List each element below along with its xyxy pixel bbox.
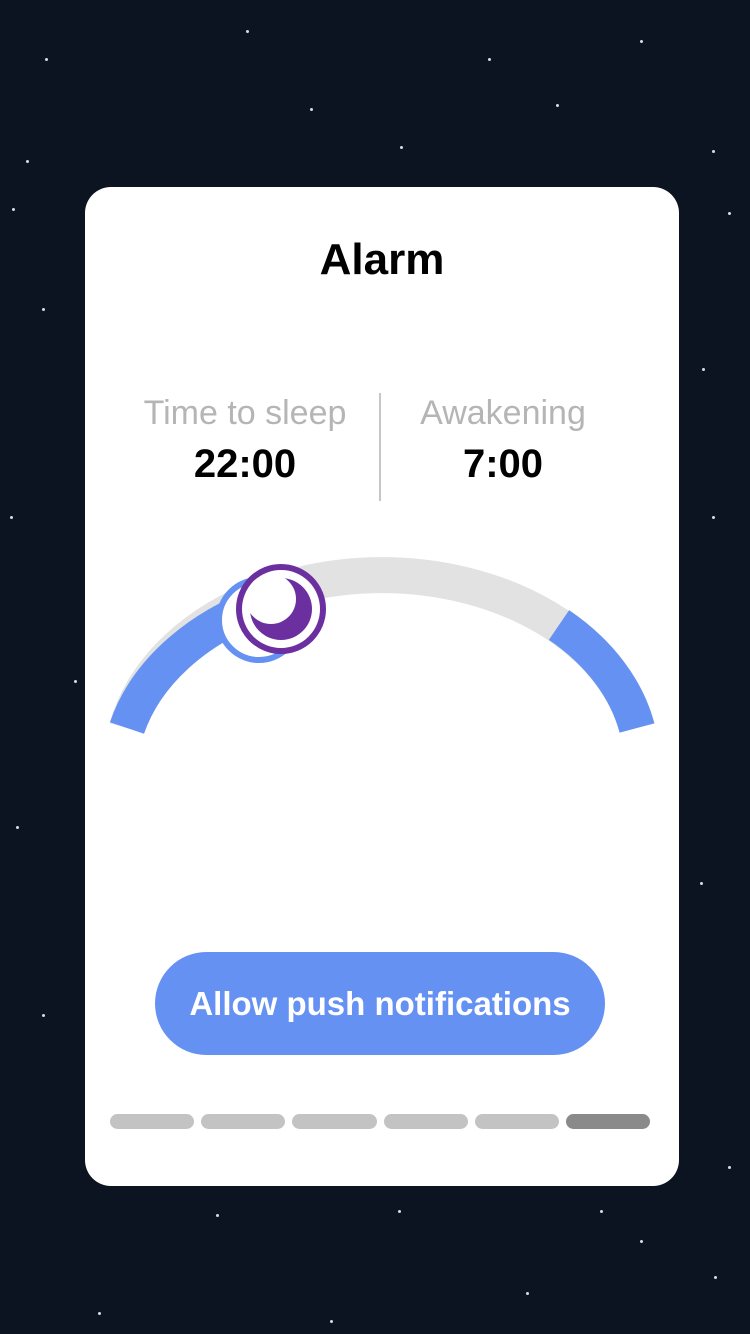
page-dot-5[interactable] bbox=[474, 1114, 559, 1129]
page-dot-2[interactable] bbox=[201, 1114, 286, 1129]
page-dot-6-active[interactable] bbox=[565, 1114, 651, 1129]
page-dot-4[interactable] bbox=[383, 1114, 468, 1129]
alarm-card: Alarm Time to sleep 22:00 Awakening 7:00 bbox=[85, 187, 679, 1186]
page-indicator bbox=[110, 1114, 651, 1129]
sleep-time-block: Time to sleep 22:00 bbox=[115, 393, 375, 485]
sleep-dial[interactable] bbox=[85, 547, 679, 747]
sleep-handle[interactable] bbox=[236, 564, 326, 654]
sleep-time-label: Time to sleep bbox=[143, 394, 347, 432]
wake-time-value: 7:00 bbox=[462, 442, 544, 486]
allow-push-notifications-button[interactable]: Allow push notifications bbox=[155, 952, 605, 1055]
page-dot-1[interactable] bbox=[110, 1114, 195, 1129]
time-summary: Time to sleep 22:00 Awakening 7:00 bbox=[85, 393, 679, 501]
page-dot-3[interactable] bbox=[292, 1114, 377, 1129]
wake-time-label: Awakening bbox=[420, 394, 586, 432]
moon-icon bbox=[246, 574, 296, 624]
screen: Alarm Time to sleep 22:00 Awakening 7:00 bbox=[0, 0, 750, 1334]
dial-active-right bbox=[548, 610, 655, 734]
wake-time-block: Awakening 7:00 bbox=[373, 393, 633, 485]
page-title: Alarm bbox=[319, 235, 445, 284]
sleep-time-value: 22:00 bbox=[193, 442, 297, 486]
